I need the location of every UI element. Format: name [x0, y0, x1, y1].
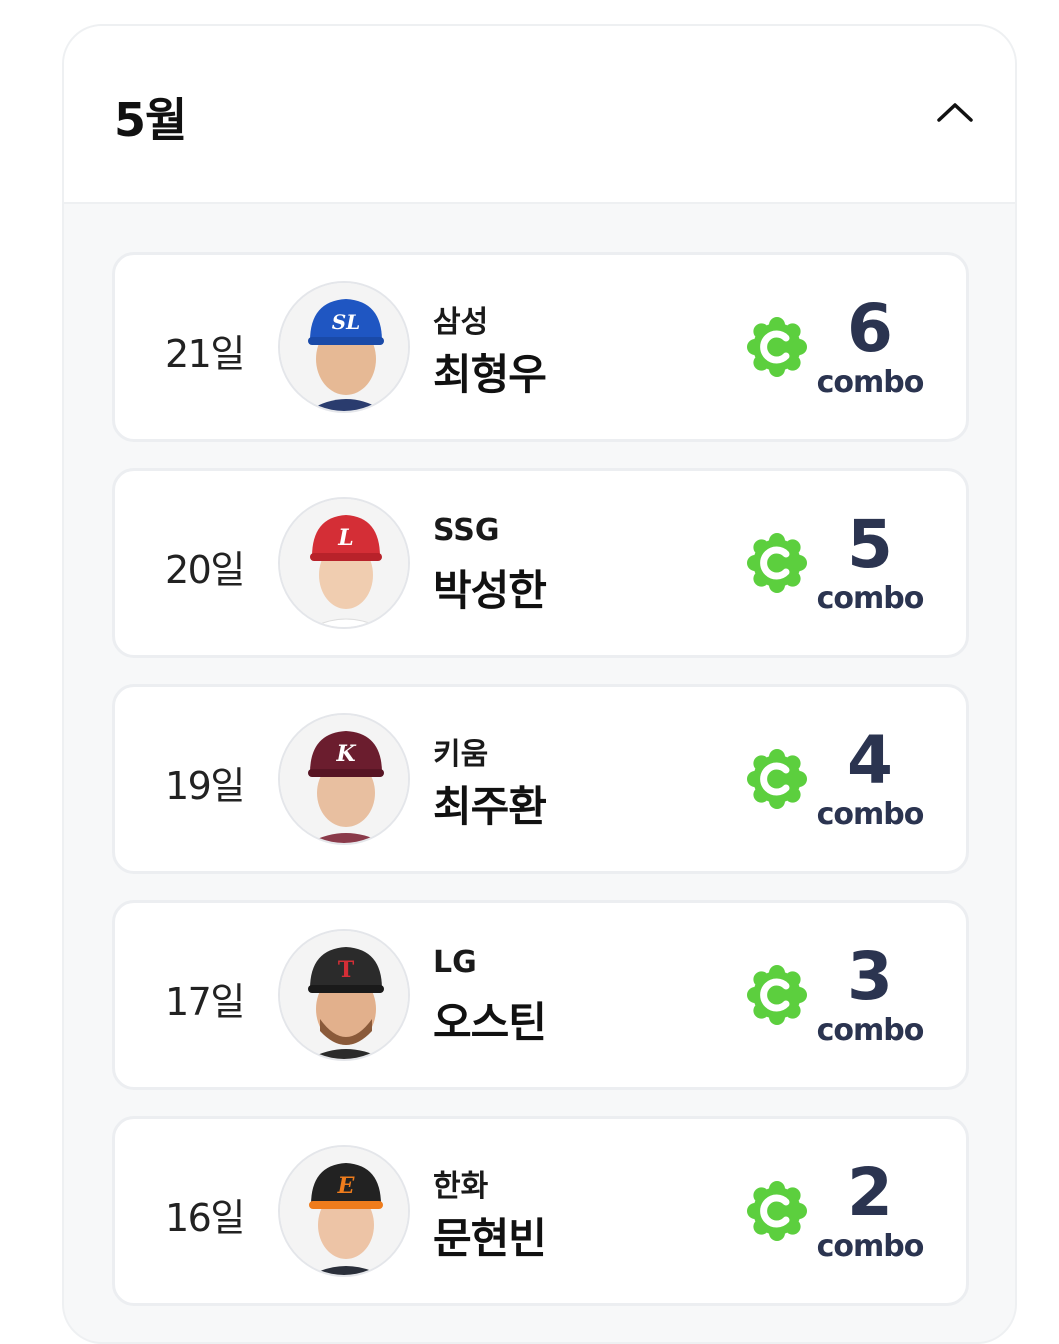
- avatar: SL: [278, 281, 410, 413]
- combo-label: combo: [816, 581, 925, 616]
- combo-count: 5: [847, 506, 893, 583]
- day-label: 19일: [165, 764, 245, 808]
- list-item[interactable]: 21일 SL 삼성 최형우 6 combo: [112, 252, 969, 442]
- list-item[interactable]: 20일 L SSG 박성한 5 combo: [112, 468, 969, 658]
- avatar: T: [278, 929, 410, 1061]
- list-item[interactable]: 16일 E 한화 문현빈 2 combo: [112, 1116, 969, 1306]
- player-name: 문현빈: [433, 1214, 547, 1263]
- team-name: 삼성: [433, 305, 489, 340]
- list-item[interactable]: 19일 K 키움 최주환 4 combo: [112, 684, 969, 874]
- month-header[interactable]: 5월: [64, 26, 1015, 204]
- combo-count: 4: [847, 722, 893, 799]
- team-name: 키움: [433, 737, 489, 772]
- player-name: 오스틴: [433, 998, 547, 1047]
- svg-text:L: L: [337, 525, 353, 551]
- team-name: 한화: [433, 1169, 489, 1204]
- player-name: 최형우: [433, 350, 547, 399]
- combo-badge-icon: [745, 531, 809, 599]
- player-name: 박성한: [433, 566, 547, 615]
- combo-label: combo: [816, 365, 925, 400]
- combo-label: combo: [816, 797, 925, 832]
- player-name: 최주환: [433, 782, 547, 831]
- svg-text:T: T: [338, 957, 355, 983]
- collapse-button[interactable]: [930, 92, 980, 132]
- svg-text:K: K: [335, 741, 356, 767]
- month-title: 5월: [114, 93, 187, 147]
- svg-text:SL: SL: [332, 310, 361, 334]
- avatar: K: [278, 713, 410, 845]
- combo-count: 6: [847, 290, 893, 367]
- combo-count: 2: [847, 1154, 893, 1231]
- combo-label: combo: [816, 1229, 925, 1264]
- day-label: 21일: [165, 332, 245, 376]
- chevron-up-icon: [937, 103, 973, 122]
- team-name: SSG: [433, 513, 500, 548]
- combo-badge-icon: [745, 963, 809, 1031]
- avatar: L: [278, 497, 410, 629]
- month-panel: 5월 21일 SL 삼성 최형우 6 combo 20일 L SSG 박성한 5…: [62, 24, 1017, 1344]
- day-label: 20일: [165, 548, 245, 592]
- team-name: LG: [433, 945, 477, 980]
- day-label: 16일: [165, 1196, 245, 1240]
- avatar: E: [278, 1145, 410, 1277]
- combo-badge-icon: [745, 747, 809, 815]
- combo-badge-icon: [745, 1179, 809, 1247]
- svg-text:E: E: [337, 1173, 356, 1199]
- combo-count: 3: [847, 938, 893, 1015]
- combo-badge-icon: [745, 315, 809, 383]
- list-item[interactable]: 17일 T LG 오스틴 3 combo: [112, 900, 969, 1090]
- combo-label: combo: [816, 1013, 925, 1048]
- day-label: 17일: [165, 980, 245, 1024]
